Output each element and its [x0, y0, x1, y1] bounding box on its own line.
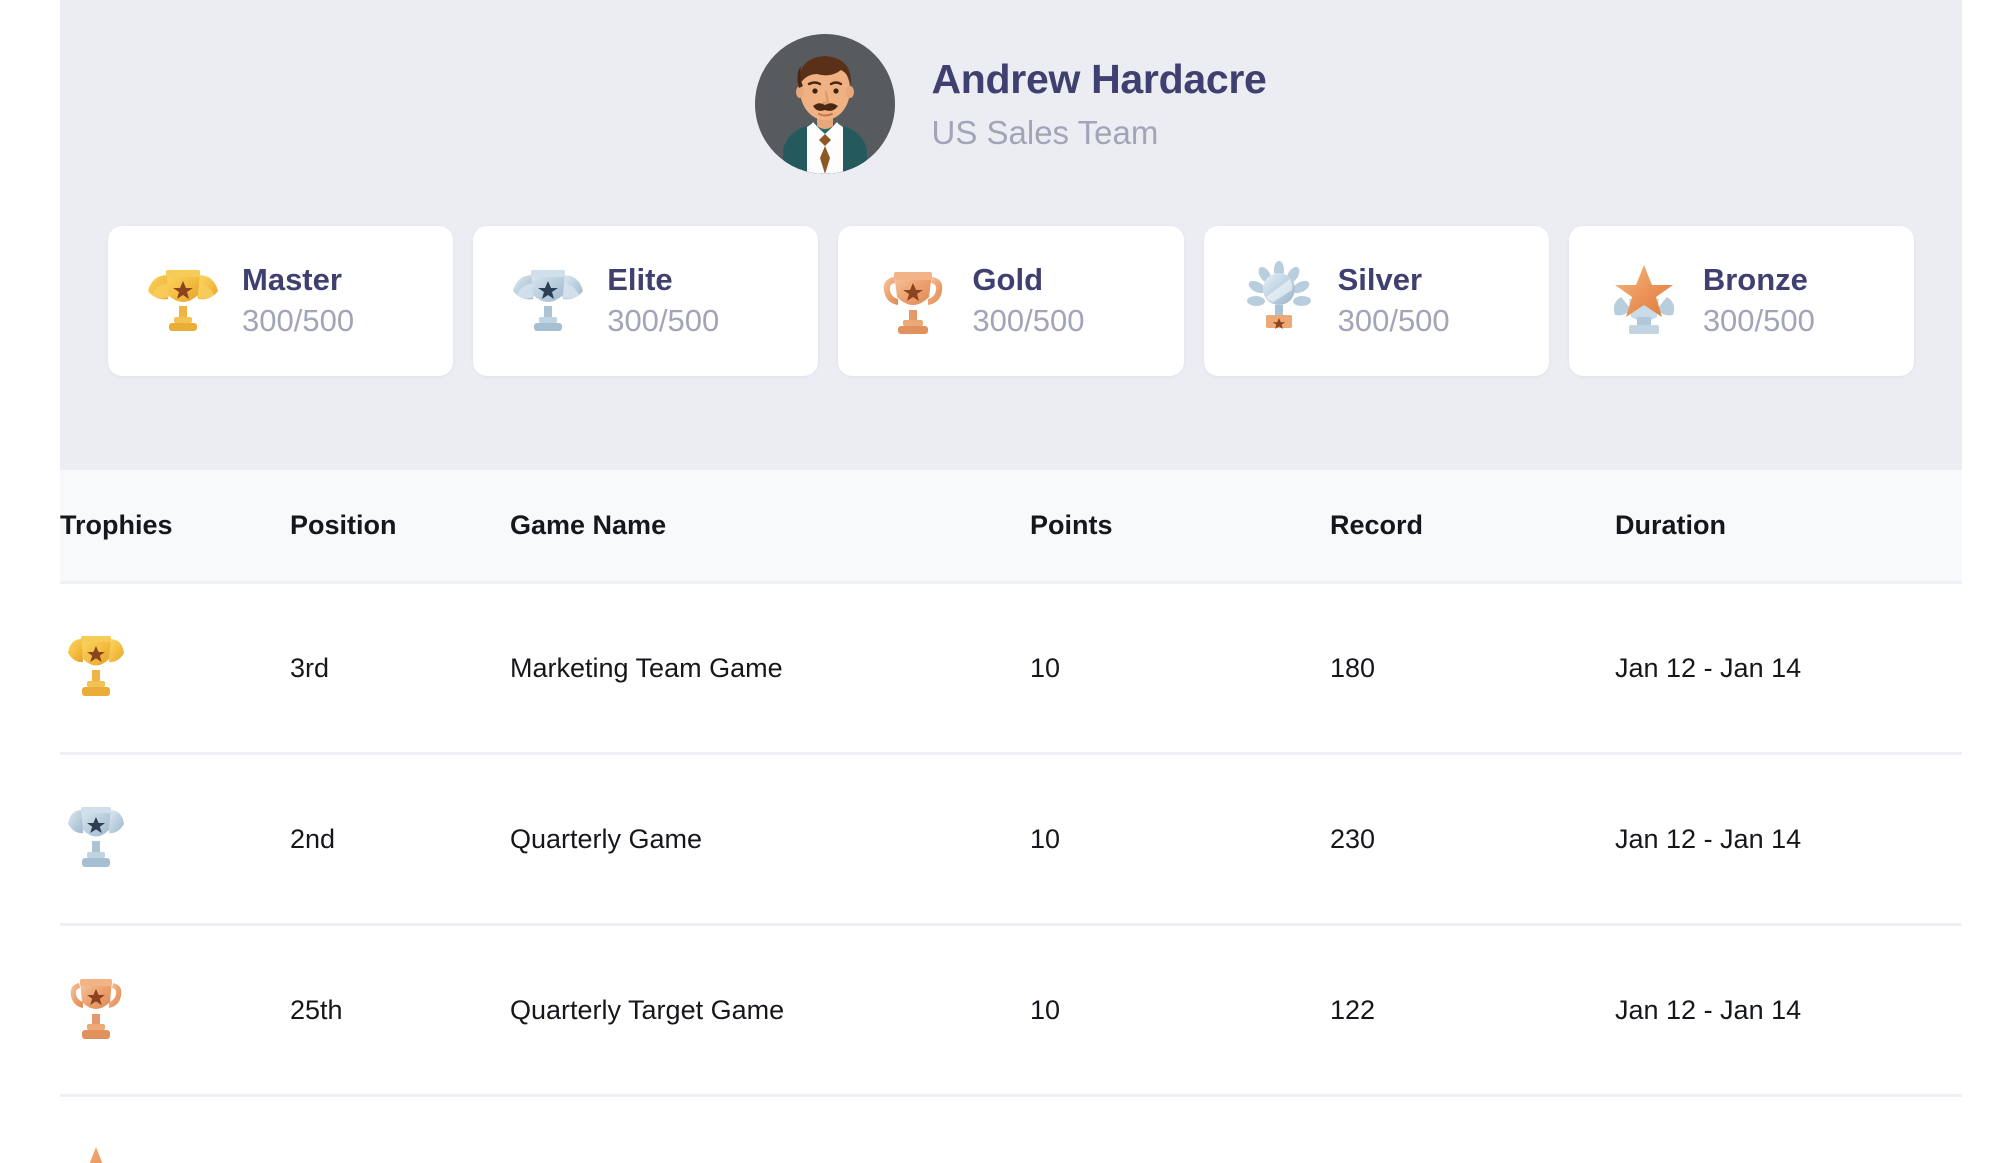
- star-award-bronze-icon: [60, 1141, 132, 1163]
- cell-game-name: Designathon: [510, 1095, 1030, 1163]
- cell-position: 3rd: [290, 582, 510, 755]
- cell-points: 10: [1030, 753, 1330, 926]
- badge-score: 300/500: [242, 303, 355, 338]
- badge-card-master[interactable]: Master 300/500: [108, 226, 454, 376]
- cell-trophy: [60, 924, 290, 1097]
- column-header-game-name[interactable]: Game Name: [510, 470, 1030, 584]
- cell-game-name: Marketing Team Game: [510, 582, 1030, 755]
- table-row[interactable]: 2nd Quarterly Game 10 230 Jan 12 - Jan 1…: [60, 753, 1962, 926]
- cell-trophy: [60, 1095, 290, 1163]
- cell-position: 26th: [290, 1095, 510, 1163]
- badge-card-elite[interactable]: Elite 300/500: [473, 226, 819, 376]
- cell-record: 124: [1330, 1095, 1615, 1163]
- profile-text-block: Andrew Hardacre US Sales Team: [931, 56, 1266, 151]
- winged-trophy-gold-icon: [144, 257, 222, 345]
- badge-card-list: Master 300/500 Elite 300/500 Gold 300/50…: [60, 226, 1962, 376]
- column-header-record[interactable]: Record: [1330, 470, 1615, 584]
- cell-game-name: Quarterly Target Game: [510, 924, 1030, 1097]
- badge-title: Master: [242, 262, 342, 298]
- badge-text-master: Master 300/500: [242, 262, 354, 339]
- laurel-trophy-silver-icon: [1240, 257, 1318, 345]
- table-row[interactable]: 25th Quarterly Target Game 10 122 Jan 12…: [60, 924, 1962, 1097]
- cell-position: 25th: [290, 924, 510, 1097]
- profile-trophies-page: Andrew Hardacre US Sales Team Master 300…: [60, 0, 1962, 1163]
- avatar: [755, 34, 896, 174]
- trophy-cup-bronze-icon: [60, 970, 132, 1050]
- trophy-cup-gold-icon: [60, 628, 132, 708]
- cell-position: 2nd: [290, 753, 510, 926]
- cell-duration: Jan 12 - Jan 14: [1615, 924, 1962, 1097]
- badge-card-bronze[interactable]: Bronze 300/500: [1568, 226, 1915, 376]
- profile-header: Andrew Hardacre US Sales Team: [60, 0, 1962, 184]
- badge-text-gold: Gold 300/500: [972, 262, 1084, 339]
- badge-card-silver[interactable]: Silver 300/500: [1203, 226, 1549, 376]
- cell-record: 180: [1330, 582, 1615, 755]
- column-header-duration[interactable]: Duration: [1615, 470, 1962, 584]
- cell-duration: Jan 12 - Jan 14: [1615, 582, 1962, 755]
- table-header-row: Trophies Position Game Name Points Recor…: [60, 470, 1962, 584]
- cell-points: 10: [1030, 582, 1330, 755]
- badge-text-bronze: Bronze 300/500: [1703, 262, 1815, 339]
- badge-score: 300/500: [972, 303, 1085, 338]
- table-row[interactable]: 3rd Marketing Team Game 10 180 Jan 12 - …: [60, 582, 1962, 755]
- column-header-points[interactable]: Points: [1030, 470, 1330, 584]
- male-avatar-mustache-icon: [755, 34, 896, 174]
- badge-score: 300/500: [607, 303, 720, 338]
- badge-score: 300/500: [1702, 303, 1815, 338]
- cell-duration: Jan 12 - Jan 14: [1615, 753, 1962, 926]
- cell-trophy: [60, 582, 290, 755]
- column-header-trophies[interactable]: Trophies: [60, 470, 290, 584]
- badge-title: Gold: [972, 262, 1044, 298]
- badge-title: Bronze: [1702, 262, 1808, 298]
- profile-team: US Sales Team: [931, 113, 1159, 151]
- badge-score: 300/500: [1337, 303, 1450, 338]
- column-header-position[interactable]: Position: [290, 470, 510, 584]
- table-body: 3rd Marketing Team Game 10 180 Jan 12 - …: [60, 582, 1962, 1163]
- badge-card-gold[interactable]: Gold 300/500: [838, 226, 1184, 376]
- table-header: Trophies Position Game Name Points Recor…: [60, 470, 1962, 584]
- badge-text-silver: Silver 300/500: [1338, 262, 1450, 339]
- winged-trophy-silver-icon: [509, 257, 587, 345]
- badge-text-elite: Elite 300/500: [607, 262, 719, 339]
- badge-title: Silver: [1337, 262, 1423, 298]
- profile-name: Andrew Hardacre: [931, 56, 1267, 103]
- trophy-cup-bronze-icon: [874, 257, 952, 345]
- cell-duration: Jan 12 - Jan 14: [1615, 1095, 1962, 1163]
- trophies-table: Trophies Position Game Name Points Recor…: [60, 470, 1962, 1163]
- cell-record: 230: [1330, 753, 1615, 926]
- profile-panel: Andrew Hardacre US Sales Team Master 300…: [60, 0, 1962, 470]
- badge-title: Elite: [607, 262, 673, 298]
- cell-record: 122: [1330, 924, 1615, 1097]
- star-award-bronze-icon: [1605, 257, 1683, 345]
- cell-trophy: [60, 753, 290, 926]
- cell-points: 10: [1030, 924, 1330, 1097]
- winged-trophy-silver-icon: [60, 799, 132, 879]
- cell-game-name: Quarterly Game: [510, 753, 1030, 926]
- table-row[interactable]: 26th Designathon 10 124 Jan 12 - Jan 14: [60, 1095, 1962, 1163]
- cell-points: 10: [1030, 1095, 1330, 1163]
